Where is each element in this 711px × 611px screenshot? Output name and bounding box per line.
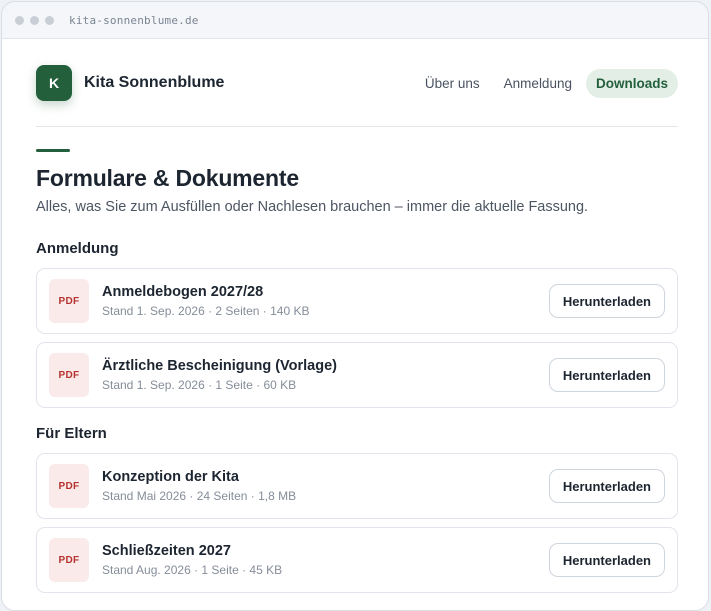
document-meta: Stand 1. Sep. 2026 · 2 Seiten · 140 KB: [102, 304, 310, 318]
document-info: Anmeldebogen 2027/28 Stand 1. Sep. 2026 …: [102, 284, 309, 318]
nav-item-ueber-uns[interactable]: Über uns: [415, 69, 490, 98]
nav-item-anmeldung[interactable]: Anmeldung: [494, 69, 582, 98]
pdf-file-icon: PDF: [49, 279, 89, 323]
download-button[interactable]: Herunterladen: [548, 358, 665, 392]
document-meta: Stand Aug. 2026 · 1 Seite · 45 KB: [102, 563, 283, 577]
site-header: K Kita Sonnenblume Über uns Anmeldung Do…: [36, 40, 678, 127]
address-bar-url[interactable]: kita-sonnenblume.de: [69, 14, 199, 27]
document-title: Schließzeiten 2027: [102, 543, 231, 559]
document-info: Ärztliche Bescheinigung (Vorlage) Stand …: [102, 358, 337, 392]
pdf-file-icon: PDF: [49, 353, 89, 397]
document-title: Anmeldebogen 2027/28: [102, 284, 264, 300]
download-button[interactable]: Herunterladen: [548, 469, 665, 503]
section-title-fuer-eltern: Für Eltern: [36, 425, 107, 442]
document-card: PDF Anmeldebogen 2027/28 Stand 1. Sep. 2…: [36, 268, 678, 334]
browser-titlebar: kita-sonnenblume.de: [2, 2, 708, 39]
download-button[interactable]: Herunterladen: [548, 284, 665, 318]
window-dot-icon[interactable]: [45, 15, 54, 25]
window-dot-icon[interactable]: [15, 15, 24, 25]
page-title: Formulare & Dokumente: [36, 165, 299, 191]
pdf-file-icon: PDF: [49, 464, 89, 508]
brand-name[interactable]: Kita Sonnenblume: [84, 74, 224, 92]
document-card: PDF Ärztliche Bescheinigung (Vorlage) St…: [36, 342, 678, 408]
page-content: K Kita Sonnenblume Über uns Anmeldung Do…: [36, 40, 678, 601]
section-title-anmeldung: Anmeldung: [36, 240, 119, 257]
nav-item-downloads[interactable]: Downloads: [585, 68, 678, 98]
document-info: Konzeption der Kita Stand Mai 2026 · 24 …: [102, 469, 296, 503]
document-card: PDF Konzeption der Kita Stand Mai 2026 ·…: [36, 453, 678, 519]
title-accent-bar: [36, 149, 70, 152]
logo-icon[interactable]: K: [36, 65, 72, 101]
page-intro: Alles, was Sie zum Ausfüllen oder Nachle…: [36, 199, 589, 215]
download-button[interactable]: Herunterladen: [548, 543, 665, 577]
document-meta: Stand Mai 2026 · 24 Seiten · 1,8 MB: [102, 489, 297, 503]
main-nav: Über uns Anmeldung Downloads: [411, 68, 678, 98]
window-dot-icon[interactable]: [30, 15, 39, 25]
pdf-file-icon: PDF: [49, 538, 89, 582]
document-list: PDF Anmeldebogen 2027/28 Stand 1. Sep. 2…: [36, 268, 678, 408]
document-title: Konzeption der Kita: [102, 469, 239, 485]
document-info: Schließzeiten 2027 Stand Aug. 2026 · 1 S…: [102, 543, 282, 577]
document-meta: Stand 1. Sep. 2026 · 1 Seite · 60 KB: [102, 378, 297, 392]
browser-window: kita-sonnenblume.de K Kita Sonnenblume Ü…: [1, 1, 709, 611]
document-card: PDF Schließzeiten 2027 Stand Aug. 2026 ·…: [36, 527, 678, 593]
document-title: Ärztliche Bescheinigung (Vorlage): [102, 358, 337, 374]
document-list: PDF Konzeption der Kita Stand Mai 2026 ·…: [36, 453, 678, 593]
